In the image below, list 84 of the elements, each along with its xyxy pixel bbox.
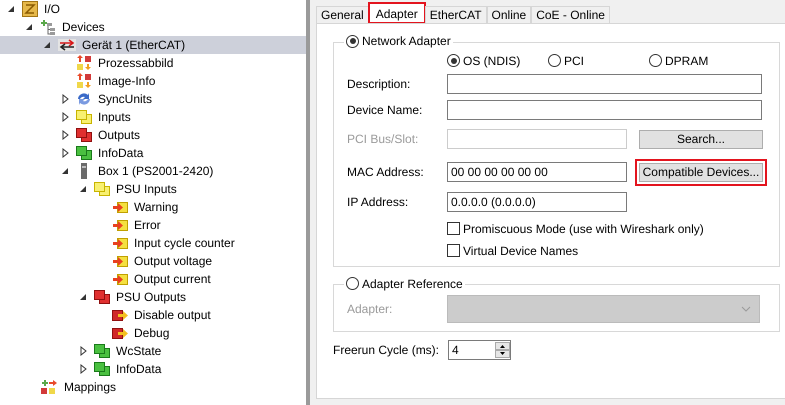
field-label: Device Name: — [347, 102, 424, 116]
spin-down-icon[interactable] — [495, 350, 510, 358]
expanded-icon[interactable] — [7, 5, 15, 13]
collapsed-icon[interactable] — [62, 112, 68, 122]
folder-icon — [94, 361, 110, 377]
field-label: IP Address: — [347, 194, 410, 208]
tree-item[interactable]: Image-Info — [0, 72, 306, 90]
tree-item[interactable]: Box 1 (PS2001-2420) — [0, 162, 306, 180]
folder-icon — [76, 145, 92, 161]
tree-item[interactable]: Devices — [0, 18, 306, 36]
process-image-icon — [76, 73, 92, 89]
tree-item[interactable]: Prozessabbild — [0, 54, 306, 72]
tree-item[interactable]: InfoData — [0, 360, 306, 378]
push-button[interactable]: Compatible Devices... — [639, 162, 763, 182]
input-variable-icon — [112, 271, 128, 287]
tab[interactable]: Online — [486, 6, 532, 23]
input-field[interactable]: 0.0.0.0 (0.0.0.0) — [447, 192, 627, 212]
collapsed-icon[interactable] — [62, 130, 68, 140]
tree-item[interactable]: Input cycle counter — [0, 234, 306, 252]
arrows-icon — [58, 37, 76, 53]
radio-button[interactable]: PCI — [548, 54, 649, 68]
field-label: MAC Address: — [347, 165, 425, 179]
tree-item[interactable]: Inputs — [0, 108, 306, 126]
tree-item[interactable]: PSU Inputs — [0, 180, 306, 198]
output-variable-icon — [112, 307, 128, 323]
process-image-icon — [76, 55, 92, 71]
input-field[interactable] — [447, 100, 762, 120]
sync-icon — [76, 91, 92, 107]
expanded-icon[interactable] — [25, 23, 33, 31]
tree-item[interactable]: Debug — [0, 324, 306, 342]
radio-button[interactable]: DPRAM — [649, 54, 767, 68]
expanded-icon[interactable] — [61, 167, 69, 175]
tab[interactable]: CoE - Online — [531, 6, 610, 23]
folder-icon — [94, 289, 110, 305]
field-label: PCI Bus/Slot: — [347, 132, 420, 146]
field-label: Freerun Cycle (ms): — [333, 343, 440, 357]
tree-item[interactable]: Disable output — [0, 306, 306, 324]
radio-button[interactable]: Network Adapter — [346, 34, 451, 48]
input-variable-icon — [112, 253, 128, 269]
tree-item[interactable]: Warning — [0, 198, 306, 216]
chevron-down-icon — [741, 306, 751, 312]
tree-item[interactable]: Mappings — [0, 378, 306, 396]
tab[interactable]: General — [316, 6, 369, 23]
devices-icon — [40, 19, 56, 35]
spin-up-icon[interactable] — [495, 342, 510, 350]
input-field[interactable]: 00 00 00 00 00 00 — [447, 162, 627, 182]
expanded-icon[interactable] — [79, 185, 87, 193]
expanded-icon[interactable] — [79, 293, 87, 301]
tree-item[interactable]: PSU Outputs — [0, 288, 306, 306]
folder-icon — [76, 127, 92, 143]
expanded-icon[interactable] — [43, 41, 51, 49]
tree-item[interactable]: Gerät 1 (EtherCAT) — [0, 36, 306, 54]
mappings-icon — [40, 379, 58, 395]
input-field[interactable] — [447, 129, 627, 149]
collapsed-icon[interactable] — [80, 346, 86, 356]
tree-item[interactable]: Output current — [0, 270, 306, 288]
tab[interactable]: Adapter — [368, 3, 425, 23]
tree-item[interactable]: SyncUnits — [0, 90, 306, 108]
spin-box[interactable]: 4 — [448, 340, 511, 360]
input-variable-icon — [112, 217, 128, 233]
folder-icon — [94, 343, 110, 359]
radio-button[interactable]: OS (NDIS) — [447, 54, 548, 68]
tree-item[interactable]: Outputs — [0, 126, 306, 144]
collapsed-icon[interactable] — [62, 148, 68, 158]
folder-icon — [94, 181, 110, 197]
output-variable-icon — [112, 325, 128, 341]
field-label: Description: — [347, 76, 412, 90]
input-variable-icon — [112, 235, 128, 251]
tab[interactable]: EtherCAT — [424, 6, 487, 23]
folder-icon — [76, 109, 92, 125]
tree-item[interactable]: Error — [0, 216, 306, 234]
input-variable-icon — [112, 199, 128, 215]
collapsed-icon[interactable] — [80, 364, 86, 374]
checkbox[interactable]: Promiscuous Mode (use with Wireshark only) — [447, 222, 767, 236]
tree-item[interactable]: I/O — [0, 0, 306, 18]
tree-item[interactable]: Output voltage — [0, 252, 306, 270]
input-field[interactable] — [447, 74, 762, 94]
tree-item[interactable]: WcState — [0, 342, 306, 360]
radio-button[interactable]: Adapter Reference — [346, 276, 463, 290]
tree-item[interactable]: InfoData — [0, 144, 306, 162]
io-icon — [22, 1, 38, 17]
checkbox[interactable]: Virtual Device Names — [447, 244, 767, 258]
field-label: Adapter: — [347, 302, 394, 316]
collapsed-icon[interactable] — [62, 94, 68, 104]
